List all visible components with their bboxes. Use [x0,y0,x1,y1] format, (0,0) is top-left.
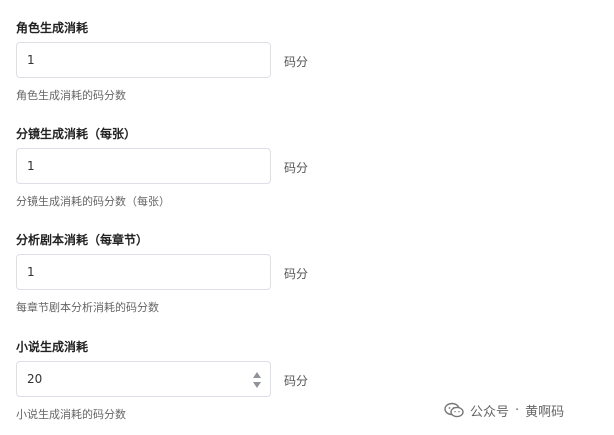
unit-label: 码分 [284,55,309,69]
help-text: 角色生成消耗的码分数 [16,89,126,102]
number-stepper[interactable] [253,371,262,389]
character-cost-input[interactable] [17,43,270,77]
field-label: 分析剧本消耗（每章节） [16,233,149,247]
script-analysis-cost-input[interactable] [17,255,270,289]
novel-cost-input-box[interactable] [16,361,271,397]
unit-label: 码分 [284,161,309,175]
stepper-up-icon[interactable] [253,372,261,378]
help-text: 小说生成消耗的码分数 [16,408,126,421]
input-row: 码分 [16,254,336,290]
input-row: 码分 [16,148,336,184]
field-label: 分镜生成消耗（每张） [16,127,137,141]
help-text: 分镜生成消耗的码分数（每张） [16,195,170,208]
watermark-prefix: 公众号 [470,404,510,420]
input-row: 码分 [16,361,336,397]
field-label: 小说生成消耗 [16,340,89,354]
watermark-separator: · [515,402,520,418]
wechat-icon [444,402,464,418]
character-cost-input-box[interactable] [16,42,271,78]
watermark: 公众号 · 黄啊码 [444,400,564,420]
watermark-name: 黄啊码 [525,404,565,420]
novel-cost-input[interactable] [17,362,270,396]
stepper-down-icon[interactable] [253,382,261,388]
unit-label: 码分 [284,267,309,281]
field-label: 角色生成消耗 [16,21,89,35]
input-row: 码分 [16,42,336,78]
help-text: 每章节剧本分析消耗的码分数 [16,301,159,314]
unit-label: 码分 [284,374,309,388]
storyboard-cost-input[interactable] [17,149,270,183]
script-analysis-cost-input-box[interactable] [16,254,271,290]
storyboard-cost-input-box[interactable] [16,148,271,184]
